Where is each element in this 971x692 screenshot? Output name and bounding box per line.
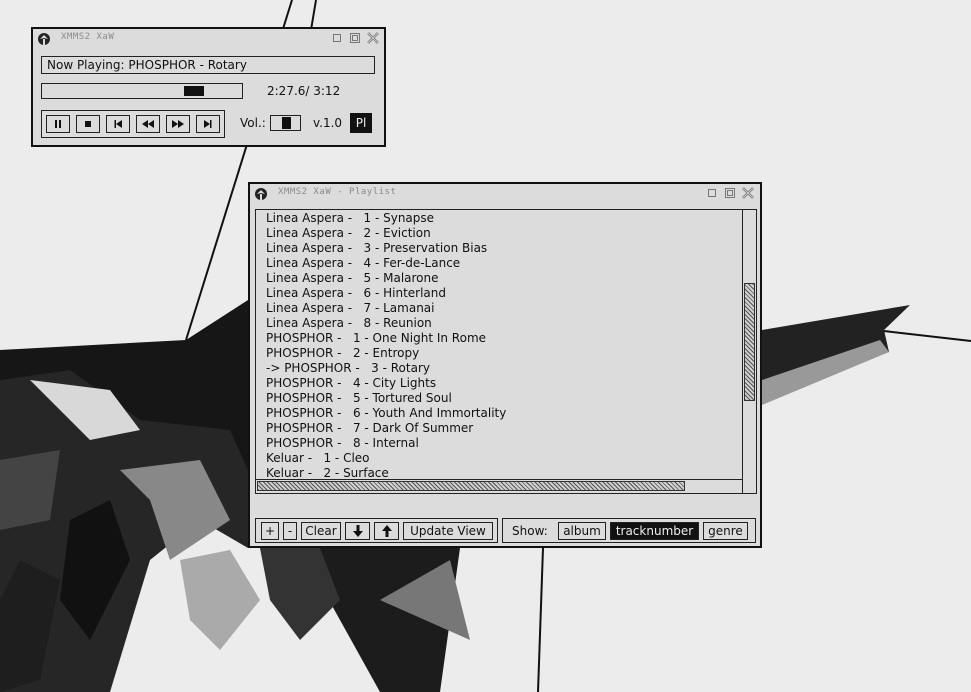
xmms2-logo-icon <box>38 33 50 45</box>
transport-controls <box>41 110 225 138</box>
playlist-item[interactable]: Linea Aspera - 6 - Hinterland <box>256 286 742 301</box>
playlist-item[interactable]: Keluar - 1 - Cleo <box>256 451 742 466</box>
maximize-icon[interactable] <box>724 187 736 199</box>
add-button[interactable]: + <box>261 522 279 540</box>
playlist-item[interactable]: Linea Aspera - 1 - Synapse <box>256 211 742 226</box>
playlist-item[interactable]: PHOSPHOR - 6 - Youth And Immortality <box>256 406 742 421</box>
pause-button[interactable] <box>46 115 70 133</box>
playlist-items: Linea Aspera - 1 - Synapse Linea Aspera -… <box>256 211 742 493</box>
horizontal-scroll-thumb[interactable] <box>257 481 685 491</box>
volume-handle[interactable] <box>282 117 291 129</box>
previous-icon <box>114 120 122 128</box>
xmms2-logo-icon <box>255 188 267 200</box>
horizontal-scrollbar[interactable] <box>256 479 742 493</box>
playlist-item[interactable]: Linea Aspera - 8 - Reunion <box>256 316 742 331</box>
playlist-toolbar: + - Clear Update View <box>255 518 498 543</box>
update-view-button[interactable]: Update View <box>403 522 493 540</box>
main-titlebar[interactable]: XMMS2 XaW <box>33 29 384 49</box>
playlist-item[interactable]: PHOSPHOR - 5 - Tortured Soul <box>256 391 742 406</box>
close-icon[interactable] <box>742 187 754 199</box>
rewind-button[interactable] <box>136 115 160 133</box>
next-button[interactable] <box>196 115 220 133</box>
playlist-item[interactable]: PHOSPHOR - 8 - Internal <box>256 436 742 451</box>
playlist-item[interactable]: Linea Aspera - 2 - Eviction <box>256 226 742 241</box>
show-genre-button[interactable]: genre <box>703 522 748 540</box>
show-options: Show: album tracknumber genre <box>502 518 756 543</box>
arrow-down-icon <box>352 525 363 537</box>
pause-icon <box>55 120 61 128</box>
remove-button[interactable]: - <box>283 522 297 540</box>
playlist-item[interactable]: Linea Aspera - 4 - Fer-de-Lance <box>256 256 742 271</box>
fast-forward-button[interactable] <box>166 115 190 133</box>
volume-slider[interactable] <box>270 115 301 131</box>
playlist-item[interactable]: PHOSPHOR - 7 - Dark Of Summer <box>256 421 742 436</box>
show-tracknumber-button[interactable]: tracknumber <box>610 522 699 540</box>
playlist-window: XMMS2 XaW - Playlist Linea Aspera - 1 - … <box>248 182 762 548</box>
playlist-item[interactable]: PHOSPHOR - 4 - City Lights <box>256 376 742 391</box>
show-album-button[interactable]: album <box>558 522 606 540</box>
move-down-button[interactable] <box>345 522 370 540</box>
vertical-scrollbar[interactable] <box>742 210 756 493</box>
playlist-item[interactable]: PHOSPHOR - 1 - One Night In Rome <box>256 331 742 346</box>
playlist-item[interactable]: PHOSPHOR - 2 - Entropy <box>256 346 742 361</box>
playlist-titlebar[interactable]: XMMS2 XaW - Playlist <box>250 184 760 204</box>
fast-forward-icon <box>172 120 184 128</box>
playlist-window-title: XMMS2 XaW - Playlist <box>278 187 397 197</box>
minimize-icon[interactable] <box>706 187 718 199</box>
seek-bar[interactable] <box>41 83 243 99</box>
time-display: 2:27.6/ 3:12 <box>267 84 341 98</box>
now-playing-display: Now Playing: PHOSPHOR - Rotary <box>41 56 375 74</box>
next-icon <box>204 120 212 128</box>
playlist-item[interactable]: Linea Aspera - 3 - Preservation Bias <box>256 241 742 256</box>
playlist-item[interactable]: Linea Aspera - 5 - Malarone <box>256 271 742 286</box>
main-player-window: XMMS2 XaW Now Playing: PHOSPHOR - Rotary… <box>31 27 386 147</box>
version-label: v.1.0 <box>313 116 343 130</box>
clear-button[interactable]: Clear <box>301 522 341 540</box>
stop-button[interactable] <box>76 115 100 133</box>
playlist-item[interactable]: -> PHOSPHOR - 3 - Rotary <box>256 361 742 376</box>
maximize-icon[interactable] <box>349 32 361 44</box>
rewind-icon <box>142 120 154 128</box>
seek-handle[interactable] <box>184 86 204 96</box>
previous-button[interactable] <box>106 115 130 133</box>
playlist-item[interactable]: Linea Aspera - 7 - Lamanai <box>256 301 742 316</box>
vertical-scroll-thumb[interactable] <box>744 283 755 401</box>
close-icon[interactable] <box>367 32 379 44</box>
minimize-icon[interactable] <box>331 32 343 44</box>
show-label: Show: <box>512 524 548 538</box>
arrow-up-icon <box>381 525 392 537</box>
move-up-button[interactable] <box>374 522 399 540</box>
volume-label: Vol.: <box>240 116 266 130</box>
playlist-toggle-button[interactable]: Pl <box>350 113 372 133</box>
playlist-list[interactable]: Linea Aspera - 1 - Synapse Linea Aspera -… <box>255 209 757 494</box>
main-window-title: XMMS2 XaW <box>61 32 115 42</box>
stop-icon <box>85 121 91 127</box>
